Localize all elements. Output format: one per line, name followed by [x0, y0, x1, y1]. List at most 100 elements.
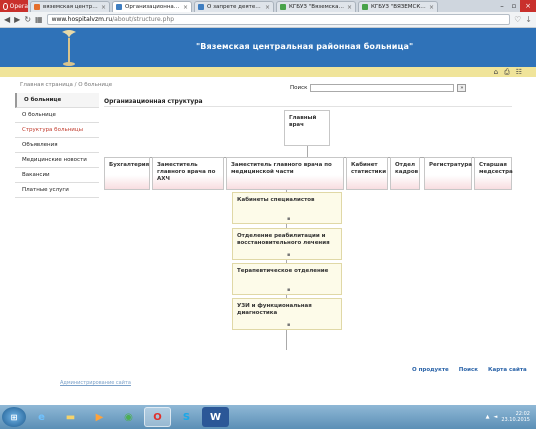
footer-link-about[interactable]: О продукте	[412, 367, 449, 373]
search-button[interactable]: »	[457, 84, 467, 92]
volume-icon[interactable]: ◄	[494, 414, 498, 420]
download-icon[interactable]: ↓	[525, 15, 532, 24]
footer-link-search[interactable]: Поиск	[459, 367, 478, 373]
expand-icon: ▪	[287, 215, 291, 222]
expand-icon: ▪	[287, 286, 291, 293]
org-box-chief[interactable]: Главный врач	[284, 110, 330, 146]
home-icon[interactable]: ⌂	[494, 68, 498, 77]
org-box-sub-unit[interactable]: УЗИ и функциональная диагностика ▪	[232, 298, 342, 330]
org-box-department[interactable]: Бухгалтерия	[104, 157, 150, 190]
maximize-icon[interactable]: ▫	[508, 0, 520, 12]
favicon-icon	[362, 4, 368, 10]
expand-icon: ▪	[287, 321, 291, 328]
clock[interactable]: 22:02 23.10.2015	[501, 411, 530, 424]
opera-label: Opera	[9, 2, 28, 10]
sidebar-item-structure[interactable]: Структура больницы	[15, 123, 99, 138]
back-icon[interactable]: ◀	[4, 15, 10, 24]
ie-icon[interactable]: e	[28, 407, 55, 427]
favicon-icon	[280, 4, 286, 10]
header-stripe	[0, 67, 536, 77]
url-field[interactable]: www.hospitalvzm.ru/about/structure.php	[46, 14, 511, 25]
browser-tab[interactable]: КГБУЗ "ВЯЗЕМСКАЯ РАЙ ×	[358, 1, 438, 12]
org-box-sub-unit[interactable]: Отделение реабилитации и восстановительн…	[232, 228, 342, 260]
bookmark-star-icon[interactable]: ♡	[514, 15, 521, 24]
close-tab-icon[interactable]: ×	[101, 4, 106, 11]
system-tray: ▲ ◄ 22:02 23.10.2015	[486, 411, 536, 424]
window-controls: – ▫ ×	[496, 0, 536, 12]
sidebar-item-label: О больнице	[24, 97, 62, 103]
org-box-sub-unit[interactable]: Терапевтическое отделение ▪	[232, 263, 342, 295]
org-box-department[interactable]: Заместитель главного врача по медицинско…	[226, 157, 344, 190]
media-player-icon[interactable]: ▶	[86, 407, 113, 427]
site-header: "Вяземская центральная районная больница…	[0, 28, 536, 67]
speed-dial-icon[interactable]: ▦	[35, 15, 43, 24]
sitemap-icon[interactable]: ☷	[516, 68, 522, 77]
favicon-icon	[198, 4, 204, 10]
opera-taskbar-icon[interactable]: O	[144, 407, 171, 427]
org-box-department[interactable]: Старшая медсестра	[474, 157, 513, 190]
org-box-department[interactable]: Заместитель главного врача по АХЧ	[152, 157, 224, 190]
browser-tab-bar: Opera вяземская центральная р × Организа…	[0, 0, 536, 12]
reload-icon[interactable]: ↻	[24, 15, 31, 24]
sidebar-heading[interactable]: О больнице	[15, 93, 99, 108]
title-divider	[104, 106, 512, 107]
taskbar: ⊞ e ▬ ▶ ◉ O S W ▲ ◄ 22:02 23.10.2015	[0, 405, 536, 429]
org-box-label: Старшая медсестра	[479, 162, 513, 175]
org-box-label: Заместитель главного врача по медицинско…	[231, 162, 332, 175]
footer-link-sitemap[interactable]: Карта сайта	[488, 367, 527, 373]
word-icon[interactable]: W	[202, 407, 229, 427]
close-tab-icon[interactable]: ×	[183, 4, 188, 11]
sidebar-item-label: О больнице	[22, 112, 56, 118]
sidebar-item-announcements[interactable]: Объявления	[15, 138, 99, 153]
skype-icon[interactable]: S	[173, 407, 200, 427]
org-box-label: Главный врач	[289, 115, 317, 128]
site-title: "Вяземская центральная районная больница…	[196, 42, 414, 51]
close-tab-icon[interactable]: ×	[265, 4, 270, 11]
admin-link[interactable]: Администрирование сайта	[60, 380, 131, 386]
forward-icon[interactable]: ▶	[14, 15, 20, 24]
chrome-icon[interactable]: ◉	[115, 407, 142, 427]
sidebar-item-label: Платные услуги	[22, 187, 69, 193]
org-box-label: Заместитель главного врача по АХЧ	[157, 162, 216, 182]
browser-tab[interactable]: вяземская центральная р ×	[30, 1, 110, 12]
org-box-department[interactable]: Кабинет статистики	[346, 157, 388, 190]
sidebar-item-label: Вакансии	[22, 172, 50, 178]
browser-tab[interactable]: КГБУЗ "Вяземская РБ" ×	[276, 1, 356, 12]
sidebar-item-news[interactable]: Медицинские новости	[15, 153, 99, 168]
tab-label: О запрете деятельност	[207, 4, 262, 10]
tab-label: КГБУЗ "Вяземская РБ"	[289, 4, 344, 10]
sidebar-item-label: Структура больницы	[22, 127, 83, 133]
search-input[interactable]	[310, 84, 455, 92]
close-window-icon[interactable]: ×	[520, 0, 536, 12]
org-box-label: Кабинет статистики	[351, 162, 387, 175]
network-icon[interactable]: ▲	[486, 414, 490, 420]
sidebar-item-vacancies[interactable]: Вакансии	[15, 168, 99, 183]
org-box-sub-unit[interactable]: Кабинеты специалистов ▪	[232, 192, 342, 224]
browser-tab[interactable]: О запрете деятельност ×	[194, 1, 274, 12]
folder-icon[interactable]: ▬	[57, 407, 84, 427]
close-tab-icon[interactable]: ×	[429, 4, 434, 11]
footer-links: О продукте Поиск Карта сайта	[412, 367, 527, 373]
org-box-label: УЗИ и функциональная диагностика	[237, 303, 312, 316]
tab-label: КГБУЗ "ВЯЗЕМСКАЯ РАЙ	[371, 4, 426, 10]
org-box-label: Регистратура	[429, 162, 473, 168]
org-box-label: Кабинеты специалистов	[237, 197, 315, 203]
start-button[interactable]: ⊞	[2, 407, 26, 427]
hospital-logo-icon	[62, 30, 76, 66]
close-tab-icon[interactable]: ×	[347, 4, 352, 11]
tab-label: Организационная структ	[125, 4, 180, 10]
org-box-department[interactable]: Отдел кадров	[390, 157, 420, 190]
browser-tab-active[interactable]: Организационная структ ×	[112, 1, 192, 12]
sidebar-item-label: Медицинские новости	[22, 157, 87, 163]
org-box-label: Терапевтическое отделение	[237, 268, 329, 274]
breadcrumb[interactable]: Главная страница / О больнице	[20, 82, 112, 88]
print-icon[interactable]: ⎙	[504, 68, 510, 77]
sidebar-item-about[interactable]: О больнице	[15, 108, 99, 123]
search-label: Поиск	[290, 85, 308, 91]
opera-menu-button[interactable]: Opera	[0, 0, 28, 12]
sidebar-item-paid-services[interactable]: Платные услуги	[15, 183, 99, 198]
minimize-icon[interactable]: –	[496, 0, 508, 12]
favicon-icon	[34, 4, 40, 10]
org-box-department[interactable]: Регистратура	[424, 157, 472, 190]
org-box-label: Бухгалтерия	[109, 162, 150, 168]
